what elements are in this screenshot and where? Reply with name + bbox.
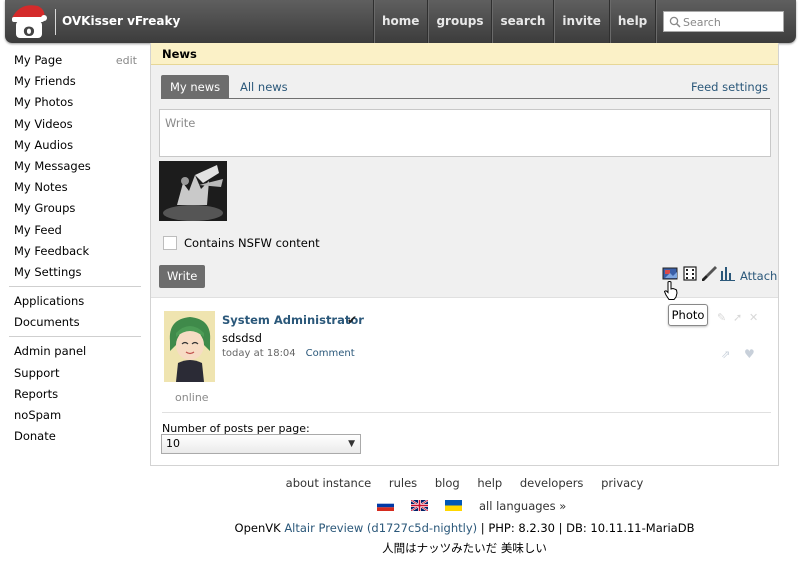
avatar-image	[164, 311, 215, 382]
footer-link-rules[interactable]: rules	[389, 476, 417, 490]
language-selector: all languages »	[377, 499, 577, 513]
search-icon	[669, 16, 681, 28]
sidebar-divider	[9, 336, 141, 338]
attached-photo-thumbnail[interactable]	[159, 161, 227, 221]
version-info: OpenVK Altair Preview (d1727c5d-nightly)…	[150, 521, 779, 535]
svg-text:o: o	[23, 21, 35, 40]
sidebar-item-admin-panel[interactable]: Admin panel	[9, 341, 141, 362]
nav-home[interactable]: home	[373, 0, 427, 43]
tab-my-news[interactable]: My news	[161, 75, 230, 99]
online-status: online	[175, 391, 209, 404]
nav-invite[interactable]: invite	[553, 0, 608, 43]
attach-link[interactable]: Attach	[740, 269, 777, 283]
posts-per-page-value: 10	[166, 437, 180, 450]
sidebar-item-applications[interactable]: Applications	[9, 291, 141, 312]
sidebar-item-reports[interactable]: Reports	[9, 384, 141, 405]
left-sidebar: My Page edit My Friends My Photos My Vide…	[9, 50, 141, 447]
graffiti-icon[interactable]	[701, 265, 718, 282]
version-link[interactable]: Altair Preview (d1727c5d-nightly)	[284, 521, 477, 535]
page-title: News	[151, 43, 778, 65]
post-text: sdsdsd	[222, 331, 262, 345]
sidebar-divider	[9, 286, 141, 288]
sidebar-item-my-groups[interactable]: My Groups	[9, 198, 141, 219]
site-logo-icon[interactable]: o	[8, 2, 50, 40]
post-meta: today at 18:04 Comment	[222, 348, 355, 359]
post-author-link[interactable]: System Administrator	[222, 313, 364, 327]
sidebar-item-documents[interactable]: Documents	[9, 312, 141, 333]
footer-link-developers[interactable]: developers	[520, 476, 584, 490]
sidebar-item-my-messages[interactable]: My Messages	[9, 156, 141, 177]
ukraine-flag-icon[interactable]	[445, 500, 462, 511]
poll-icon[interactable]	[719, 265, 736, 282]
post-time[interactable]: today at 18:04	[222, 348, 296, 359]
sidebar-item-my-photos[interactable]: My Photos	[9, 92, 141, 113]
logo-separator	[55, 9, 56, 35]
russian-flag-icon[interactable]	[377, 500, 394, 511]
attached-photo-image	[159, 161, 227, 221]
comment-link[interactable]: Comment	[306, 348, 355, 359]
nsfw-label: Contains NSFW content	[184, 236, 320, 250]
sidebar-item-nospam[interactable]: noSpam	[9, 405, 141, 426]
video-icon[interactable]	[682, 265, 699, 282]
chevron-down-icon: ▼	[348, 439, 355, 449]
nav-search[interactable]: search	[491, 0, 553, 43]
footer-links: about instance rules blog help developer…	[150, 476, 779, 490]
footer-link-privacy[interactable]: privacy	[601, 476, 643, 490]
version-suffix: | PHP: 8.2.30 | DB: 10.11.11-MariaDB	[480, 521, 695, 535]
search-placeholder: Search	[683, 16, 721, 29]
edit-icon[interactable]: ✎	[717, 311, 726, 324]
sidebar-item-label: My Page	[14, 53, 63, 67]
footer-link-about[interactable]: about instance	[286, 476, 372, 490]
like-icon[interactable]: ♥	[744, 347, 755, 361]
sidebar-item-my-notes[interactable]: My Notes	[9, 177, 141, 198]
top-header: o OVKisser vFreaky home groups search in…	[5, 0, 796, 43]
avatar[interactable]	[164, 311, 215, 382]
share-icon[interactable]: ⇗	[721, 348, 730, 361]
verified-icon: ✔	[347, 313, 358, 327]
uk-flag-icon[interactable]	[411, 500, 428, 511]
sidebar-item-my-feed[interactable]: My Feed	[9, 220, 141, 241]
divider	[162, 412, 771, 413]
sidebar-item-my-friends[interactable]: My Friends	[9, 71, 141, 92]
feed-settings-link[interactable]: Feed settings	[691, 75, 768, 99]
site-name[interactable]: OVKisser vFreaky	[62, 14, 180, 28]
sidebar-item-my-page[interactable]: My Page edit	[9, 50, 141, 71]
post-actions: ✎ ➚ ✕	[717, 311, 763, 325]
pin-icon[interactable]: ➚	[733, 311, 742, 324]
photo-icon[interactable]	[662, 265, 679, 282]
sidebar-item-support[interactable]: Support	[9, 363, 141, 384]
edit-link[interactable]: edit	[116, 50, 137, 71]
posts-per-page-select[interactable]: 10 ▼	[161, 434, 361, 454]
nav-groups[interactable]: groups	[427, 0, 491, 43]
nav-help[interactable]: help	[608, 0, 655, 43]
sidebar-item-donate[interactable]: Donate	[9, 426, 141, 447]
footer-link-blog[interactable]: blog	[435, 476, 460, 490]
hand-cursor-icon	[664, 281, 678, 300]
tab-all-news[interactable]: All news	[231, 75, 297, 99]
all-languages-link[interactable]: all languages »	[479, 499, 566, 513]
photo-tooltip: Photo	[668, 304, 708, 326]
sidebar-item-my-audios[interactable]: My Audios	[9, 135, 141, 156]
sidebar-item-my-videos[interactable]: My Videos	[9, 114, 141, 135]
search-input[interactable]: Search	[663, 11, 784, 32]
version-prefix: OpenVK	[234, 521, 281, 535]
nsfw-checkbox[interactable]	[163, 236, 177, 250]
write-button[interactable]: Write	[159, 265, 206, 288]
sidebar-item-my-feedback[interactable]: My Feedback	[9, 241, 141, 262]
footer-link-help[interactable]: help	[477, 476, 502, 490]
delete-icon[interactable]: ✕	[749, 311, 758, 324]
post-write-textarea[interactable]: Write	[159, 109, 771, 157]
news-panel: News My news All news Feed settings Writ…	[150, 43, 779, 466]
footer-tagline: 人間はナッツみたいだ 美味しい	[382, 541, 547, 555]
sidebar-item-my-settings[interactable]: My Settings	[9, 262, 141, 283]
news-tabs: My news All news Feed settings	[161, 75, 770, 99]
